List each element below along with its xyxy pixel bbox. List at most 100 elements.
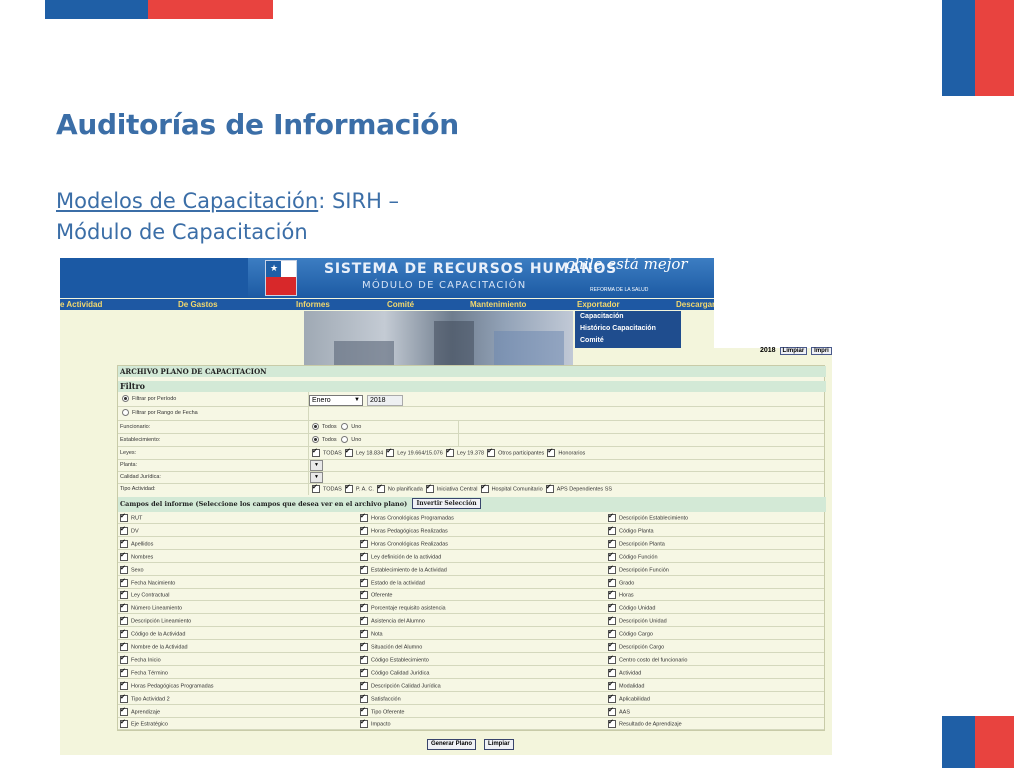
establecimiento-uno-radio[interactable]: [341, 436, 349, 444]
field-option[interactable]: Aprendizaje: [120, 706, 160, 716]
field-option[interactable]: Descripción Establecimiento: [608, 512, 688, 522]
field-option[interactable]: Establecimiento de la Actividad: [360, 564, 447, 574]
field-checkbox[interactable]: [608, 538, 616, 548]
field-option[interactable]: DV: [120, 525, 139, 535]
tipo-hospital-comunitario-checkbox[interactable]: [480, 483, 489, 493]
tipo-no-planificada-checkbox[interactable]: [376, 483, 385, 493]
field-option[interactable]: Fecha Nacimiento: [120, 577, 175, 587]
field-checkbox[interactable]: [120, 525, 128, 535]
field-option[interactable]: Descripción Unidad: [608, 615, 667, 626]
field-checkbox[interactable]: [120, 564, 128, 574]
filter-period-option[interactable]: Filtrar por Período: [122, 395, 176, 403]
otros-participantes-checkbox[interactable]: [487, 447, 496, 457]
field-checkbox[interactable]: [608, 525, 616, 535]
menu-actividad[interactable]: e Actividad: [60, 299, 102, 310]
ley-19664-checkbox[interactable]: [386, 447, 395, 457]
field-checkbox[interactable]: [360, 525, 368, 535]
field-checkbox[interactable]: [608, 577, 616, 587]
field-checkbox[interactable]: [608, 615, 616, 626]
field-option[interactable]: Estado de la actividad: [360, 577, 425, 587]
field-option[interactable]: Horas Cronológicas Realizadas: [360, 538, 448, 548]
field-checkbox[interactable]: [608, 589, 616, 600]
field-option[interactable]: Ley definición de la actividad: [360, 551, 441, 561]
field-checkbox[interactable]: [360, 628, 368, 639]
generate-plano-button[interactable]: Generar Plano: [427, 739, 477, 750]
field-checkbox[interactable]: [608, 718, 616, 729]
tipo-iniciativa-central-checkbox[interactable]: [425, 483, 434, 493]
menu-exportador[interactable]: Exportador: [577, 299, 620, 310]
dropdown-item-comite[interactable]: Comité: [580, 335, 604, 346]
field-option[interactable]: Modalidad: [608, 680, 644, 690]
field-option[interactable]: Nota: [360, 628, 383, 639]
field-checkbox[interactable]: [608, 641, 616, 651]
field-option[interactable]: Impacto: [360, 718, 391, 729]
field-checkbox[interactable]: [360, 602, 368, 613]
field-checkbox[interactable]: [120, 628, 128, 639]
field-checkbox[interactable]: [360, 706, 368, 716]
field-option[interactable]: Centro costo del funcionario: [608, 654, 687, 664]
toolbar-print-button[interactable]: Impri: [811, 347, 832, 355]
funcionario-todos-radio[interactable]: [312, 423, 319, 431]
field-checkbox[interactable]: [360, 589, 368, 600]
menu-mantenimiento[interactable]: Mantenimiento: [470, 299, 526, 310]
field-option[interactable]: Fecha Inicio: [120, 654, 161, 664]
toolbar-clear-button[interactable]: Limpiar: [779, 347, 808, 355]
field-option[interactable]: Sexo: [120, 564, 144, 574]
tipo-pac-checkbox[interactable]: [344, 483, 353, 493]
ley-19378-checkbox[interactable]: [445, 447, 454, 457]
field-option[interactable]: Código de la Actividad: [120, 628, 185, 639]
field-option[interactable]: Descripción Planta: [608, 538, 665, 548]
field-checkbox[interactable]: [360, 551, 368, 561]
field-option[interactable]: Nombres: [120, 551, 153, 561]
field-option[interactable]: Código Establecimiento: [360, 654, 429, 664]
field-checkbox[interactable]: [608, 654, 616, 664]
field-option[interactable]: Aplicabilidad: [608, 693, 650, 703]
clear-button[interactable]: Limpiar: [484, 739, 514, 750]
field-option[interactable]: Nombre de la Actividad: [120, 641, 188, 651]
period-radio[interactable]: [122, 395, 129, 403]
field-option[interactable]: Horas Pedagógicas Programadas: [120, 680, 214, 690]
field-checkbox[interactable]: [120, 577, 128, 587]
month-select[interactable]: Enero ▼: [309, 395, 363, 406]
menu-comite[interactable]: Comité: [387, 299, 414, 310]
field-checkbox[interactable]: [608, 602, 616, 613]
invert-selection-button[interactable]: Invertir Selección: [412, 498, 481, 509]
field-option[interactable]: Resultado de Aprendizaje: [608, 718, 682, 729]
field-option[interactable]: Horas: [608, 589, 634, 600]
menu-gastos[interactable]: De Gastos: [178, 299, 218, 310]
field-option[interactable]: Horas Cronológicas Programadas: [360, 512, 454, 522]
field-option[interactable]: Ley Contractual: [120, 589, 170, 600]
field-checkbox[interactable]: [360, 615, 368, 626]
year-input[interactable]: 2018: [367, 395, 403, 406]
calidad-select[interactable]: ▼: [310, 472, 323, 483]
field-option[interactable]: Apellidos: [120, 538, 153, 548]
field-checkbox[interactable]: [608, 680, 616, 690]
field-option[interactable]: Código Función: [608, 551, 658, 561]
field-checkbox[interactable]: [360, 512, 368, 522]
field-checkbox[interactable]: [360, 693, 368, 703]
field-option[interactable]: Código Planta: [608, 525, 654, 535]
field-checkbox[interactable]: [120, 602, 128, 613]
field-option[interactable]: Descripción Lineamiento: [120, 615, 191, 626]
field-option[interactable]: Actividad: [608, 667, 641, 677]
field-option[interactable]: Tipo Oferente: [360, 706, 404, 716]
field-option[interactable]: Descripción Calidad Jurídica: [360, 680, 441, 690]
field-checkbox[interactable]: [608, 512, 616, 522]
field-checkbox[interactable]: [120, 538, 128, 548]
establecimiento-todos-radio[interactable]: [312, 436, 319, 444]
field-option[interactable]: Fecha Término: [120, 667, 168, 677]
tipo-todas-checkbox[interactable]: [312, 483, 320, 493]
field-checkbox[interactable]: [608, 628, 616, 639]
field-checkbox[interactable]: [120, 641, 128, 651]
field-checkbox[interactable]: [120, 680, 128, 690]
field-checkbox[interactable]: [120, 654, 128, 664]
menu-informes[interactable]: Informes: [296, 299, 330, 310]
field-checkbox[interactable]: [360, 680, 368, 690]
subtitle-link[interactable]: Modelos de Capacitación: [56, 189, 318, 213]
tipo-aps-checkbox[interactable]: [545, 483, 554, 493]
field-checkbox[interactable]: [120, 551, 128, 561]
planta-select[interactable]: ▼: [310, 460, 323, 471]
field-option[interactable]: RUT: [120, 512, 142, 522]
field-checkbox[interactable]: [120, 718, 128, 729]
field-option[interactable]: Descripción Función: [608, 564, 669, 574]
